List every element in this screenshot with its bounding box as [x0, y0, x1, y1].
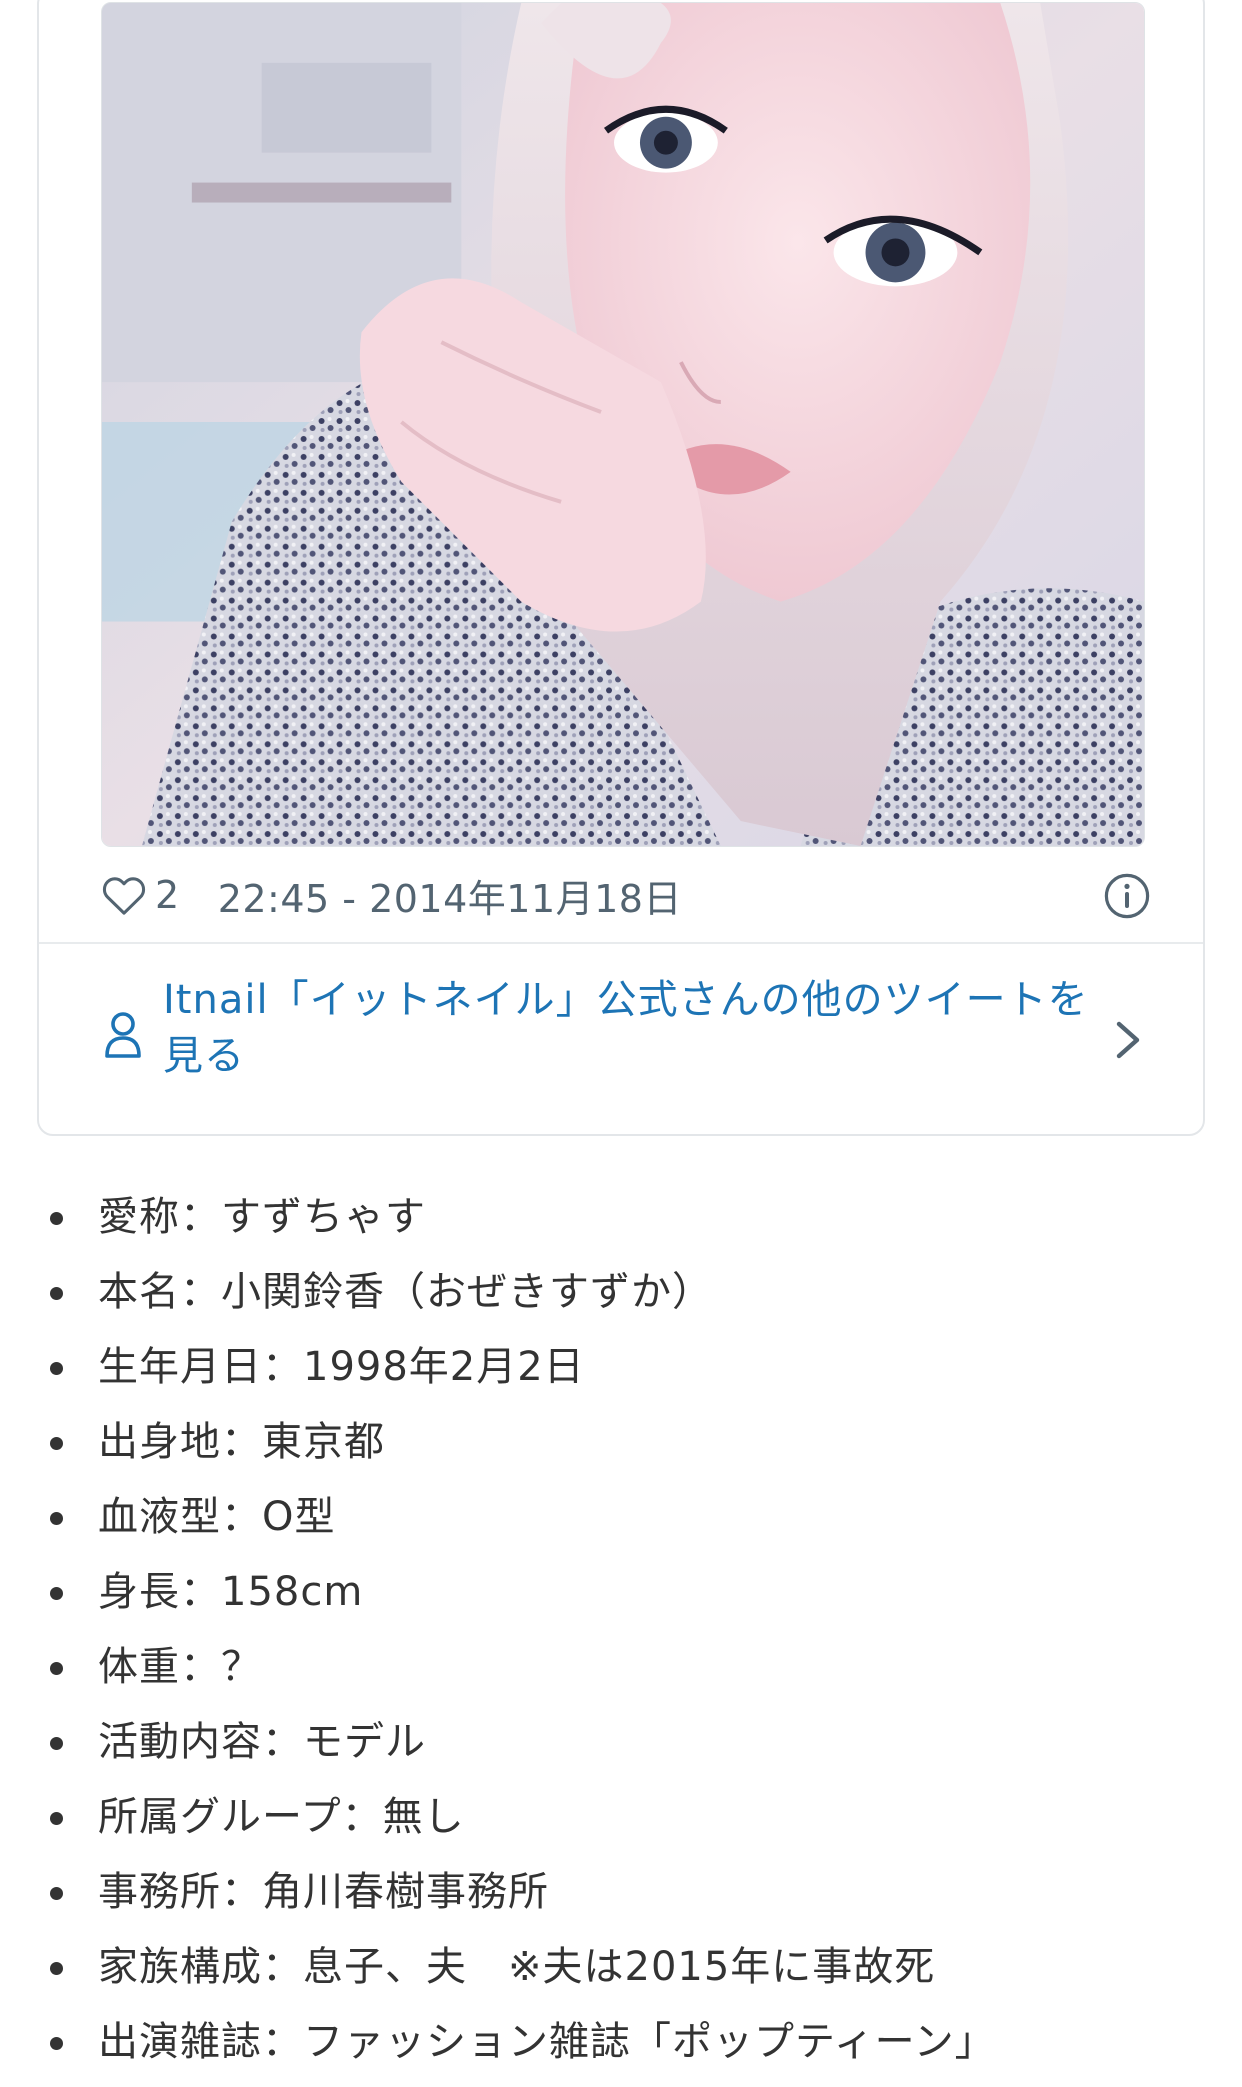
portrait-photo-illustration — [102, 3, 1144, 846]
info-icon[interactable] — [1103, 872, 1151, 920]
chevron-right-icon — [1116, 1021, 1140, 1059]
profile-item: 出身地：東京都 — [0, 1405, 1242, 1480]
like-count: 2 — [155, 873, 180, 917]
bullet — [50, 2037, 63, 2050]
profile-list: 愛称：すずちゃす 本名：小関鈴香（おぜきすずか） 生年月日：1998年2月2日 … — [0, 1180, 1242, 2080]
profile-item: 活動内容：モデル — [0, 1705, 1242, 1780]
bullet — [50, 1812, 63, 1825]
profile-item: 家族構成：息子、夫 ※夫は2015年に事故死 — [0, 1930, 1242, 2005]
profile-item-text: 身長：158cm — [98, 1569, 364, 1615]
more-tweets-label: Itnail「イットネイル」公式さんの他のツイートを見る — [163, 977, 1089, 1079]
bullet — [50, 1212, 63, 1225]
profile-item: 体重：？ — [0, 1630, 1242, 1705]
profile-item: 身長：158cm — [0, 1555, 1242, 1630]
bullet — [50, 1887, 63, 1900]
profile-item-text: 出身地：東京都 — [98, 1419, 385, 1465]
bullet — [50, 1662, 63, 1675]
profile-item-text: 家族構成：息子、夫 ※夫は2015年に事故死 — [98, 1944, 936, 1990]
profile-item-text: 愛称：すずちゃす — [98, 1194, 426, 1240]
profile-item: 本名：小関鈴香（おぜきすずか） — [0, 1255, 1242, 1330]
bullet — [50, 1587, 63, 1600]
bullet — [50, 1737, 63, 1750]
embedded-tweet-card: 2 22:45 - 2014年11月18日 Itnail「イットネイル」公式さん… — [37, 0, 1205, 1136]
profile-item: 事務所：角川春樹事務所 — [0, 1855, 1242, 1930]
bullet — [50, 1362, 63, 1375]
profile-item: 愛称：すずちゃす — [0, 1180, 1242, 1255]
heart-icon — [102, 877, 146, 915]
profile-item: 血液型：O型 — [0, 1480, 1242, 1555]
profile-item: 生年月日：1998年2月2日 — [0, 1330, 1242, 1405]
like-button[interactable]: 2 — [101, 873, 180, 917]
bullet — [50, 1962, 63, 1975]
profile-item-text: 本名：小関鈴香（おぜきすずか） — [98, 1269, 713, 1315]
profile-item-text: 生年月日：1998年2月2日 — [98, 1344, 585, 1390]
profile-item-text: 体重：？ — [98, 1644, 262, 1690]
bullet — [50, 1287, 63, 1300]
tweet-timestamp[interactable]: 22:45 - 2014年11月18日 — [218, 868, 682, 923]
more-tweets-link[interactable]: Itnail「イットネイル」公式さんの他のツイートを見る — [39, 944, 1203, 1134]
bullet — [50, 1512, 63, 1525]
profile-item: 所属グループ：無し — [0, 1780, 1242, 1855]
profile-item-text: 血液型：O型 — [98, 1494, 336, 1540]
profile-item-text: 所属グループ：無し — [98, 1794, 465, 1840]
profile-item-text: 活動内容：モデル — [98, 1719, 426, 1765]
tweet-photo[interactable] — [101, 2, 1145, 847]
profile-item-text: 事務所：角川春樹事務所 — [98, 1869, 549, 1915]
bullet — [50, 1437, 63, 1450]
tweet-meta-row: 2 22:45 - 2014年11月18日 — [101, 860, 1171, 930]
person-icon — [105, 1012, 141, 1058]
profile-item-text: 出演雑誌：ファッション雑誌「ポップティーン」 — [98, 2019, 996, 2065]
profile-item: 出演雑誌：ファッション雑誌「ポップティーン」 — [0, 2005, 1242, 2080]
